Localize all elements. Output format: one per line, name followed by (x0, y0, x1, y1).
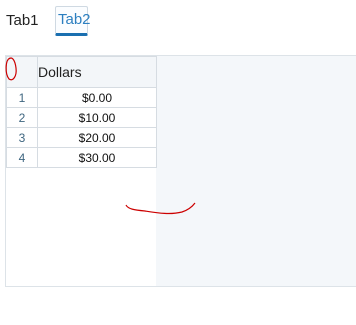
row-number[interactable]: 2 (6, 107, 38, 128)
table-cell[interactable]: $30.00 (37, 147, 157, 168)
row-number[interactable]: 1 (6, 87, 38, 108)
table-row: 4 $30.00 (6, 147, 157, 168)
empty-grid-area (156, 56, 356, 286)
tab-2[interactable]: Tab2 (55, 6, 91, 36)
table-cell[interactable]: $0.00 (37, 87, 157, 108)
table-row: 1 $0.00 (6, 87, 157, 108)
column-header-dollars[interactable]: Dollars (37, 56, 157, 88)
spreadsheet-table: Dollars 1 $0.00 2 $10.00 3 $20.00 4 $30.… (6, 56, 157, 168)
tab-1[interactable]: Tab1 (6, 6, 39, 36)
table-cell[interactable]: $20.00 (37, 127, 157, 148)
corner-cell[interactable] (6, 56, 38, 88)
header-row: Dollars (6, 56, 157, 88)
table-cell[interactable]: $10.00 (37, 107, 157, 128)
tab-bar: Tab1 Tab2 (0, 0, 356, 40)
row-number[interactable]: 4 (6, 147, 38, 168)
table-row: 2 $10.00 (6, 107, 157, 128)
row-number[interactable]: 3 (6, 127, 38, 148)
spreadsheet-panel: Dollars 1 $0.00 2 $10.00 3 $20.00 4 $30.… (5, 55, 356, 287)
page: Tab1 Tab2 Dollars 1 $0.00 2 $10.00 3 $20… (0, 0, 356, 325)
table-row: 3 $20.00 (6, 127, 157, 148)
